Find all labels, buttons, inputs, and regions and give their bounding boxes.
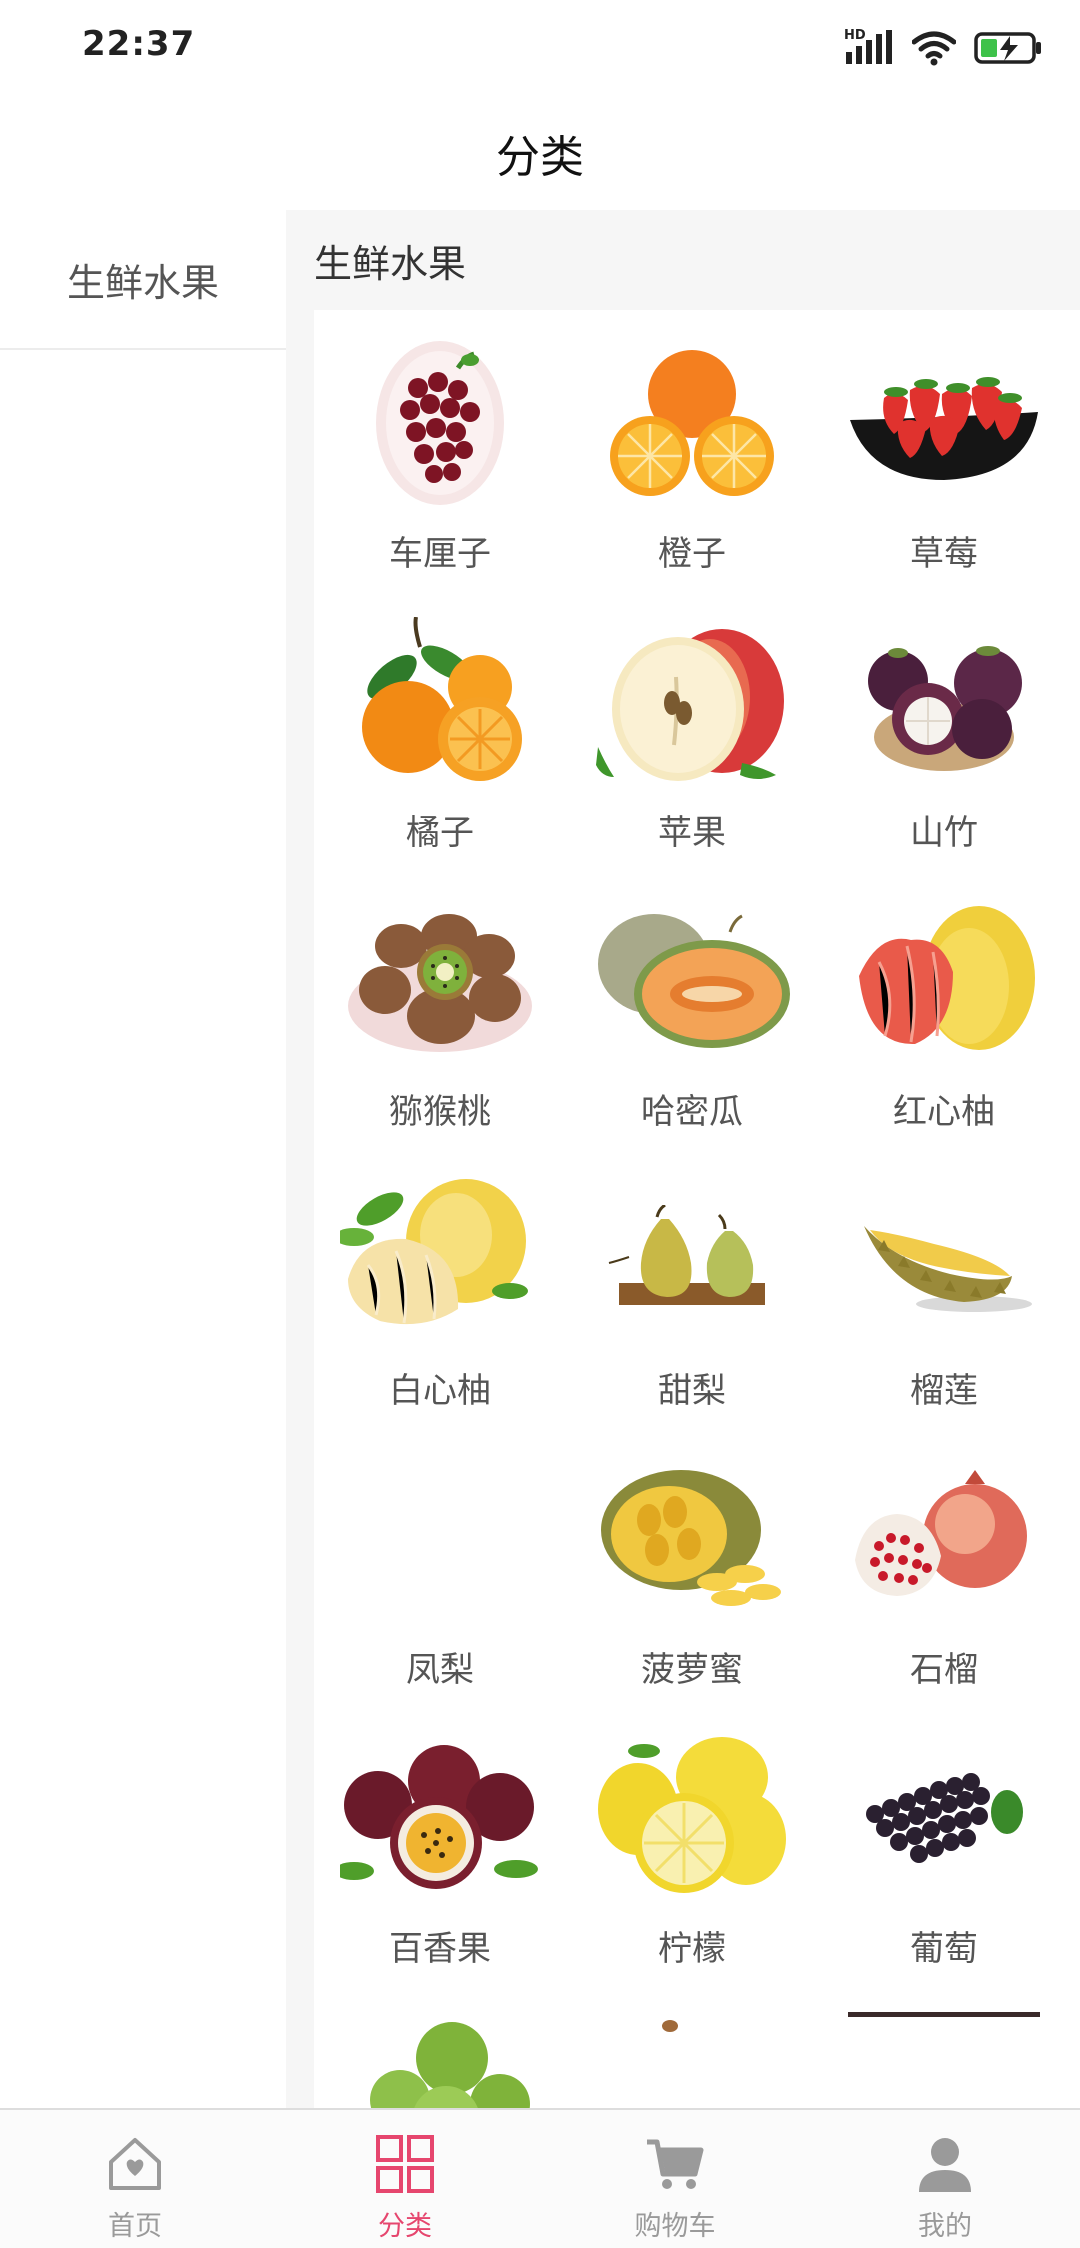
product-item[interactable]: 哈密瓜 [566,896,818,1175]
product-grid: 车厘子 橙子 草莓 橘子 苹果 山竹 猕猴桃 哈密瓜 红心柚 白心柚 甜梨 榴莲… [314,310,1080,2108]
tab-label: 我的 [918,2211,972,2242]
product-name: 石榴 [910,1650,978,1690]
product-name: 红心柚 [893,1092,995,1132]
grape-icon [844,1733,1044,1903]
product-item[interactable]: 山竹 [818,617,1070,896]
sidebar-item-fresh-fruit[interactable]: 生鲜水果 [0,210,286,350]
tab-label: 首页 [108,2211,162,2242]
tab-label: 购物车 [634,2211,716,2242]
product-item[interactable]: 苹果 [566,617,818,896]
pomegranate-icon [844,1454,1044,1624]
product-name: 柠檬 [658,1929,726,1969]
user-icon [913,2132,977,2196]
product-item[interactable]: 石榴 [818,1454,1070,1733]
product-name: 甜梨 [658,1371,726,1411]
green-fruit-icon [340,2012,540,2108]
red-pomelo-icon [844,896,1044,1066]
product-image-empty [340,1454,540,1624]
product-item[interactable]: 百香果 [314,1733,566,2012]
product-grid-container: 车厘子 橙子 草莓 橘子 苹果 山竹 猕猴桃 哈密瓜 红心柚 白心柚 甜梨 榴莲… [314,310,1080,2108]
white-pomelo-icon [340,1175,540,1345]
product-item[interactable]: 葡萄 [818,1733,1070,2012]
tab-category[interactable]: 分类 [270,2110,540,2248]
product-item[interactable]: 草莓 [818,338,1070,617]
sidebar-item-label: 生鲜水果 [66,260,219,305]
product-item[interactable]: 凤梨 [314,1454,566,1733]
cart-icon [643,2132,707,2196]
battery-charging-icon [974,31,1044,65]
kiwi-icon [340,896,540,1066]
product-name: 葡萄 [910,1929,978,1969]
product-name: 橙子 [658,534,726,574]
category-sidebar: 生鲜水果 [0,210,286,2108]
product-item[interactable]: 菠萝蜜 [566,1454,818,1733]
orange-icon [592,338,792,508]
product-name: 榴莲 [910,1371,978,1411]
lemon-icon [592,1733,792,1903]
cherry-icon [340,338,540,508]
category-panel: 生鲜水果 车厘子 橙子 草莓 橘子 苹果 山竹 猕猴桃 哈密瓜 红心柚 白心柚 … [286,210,1080,2108]
jackfruit-icon [592,1454,792,1624]
product-name: 白心柚 [389,1371,491,1411]
category-grid-icon [373,2132,437,2196]
product-name: 猕猴桃 [389,1092,491,1132]
signal-icon: HD [844,28,894,68]
product-item[interactable]: 榴莲 [818,1175,1070,1454]
bottom-tab-bar: 首页 分类 购物车 我的 [0,2108,1080,2248]
panel-title: 生鲜水果 [314,241,467,286]
product-name: 草莓 [910,534,978,574]
tab-home[interactable]: 首页 [0,2110,270,2248]
page-title: 分类 [496,132,584,183]
product-name: 山竹 [910,813,978,853]
product-item[interactable]: 猕猴桃 [314,896,566,1175]
product-item[interactable]: 橘子 [314,617,566,896]
product-name: 苹果 [658,813,726,853]
product-name: 凤梨 [406,1650,474,1690]
product-item[interactable]: 橙子 [566,338,818,617]
product-image [844,2012,1044,2108]
product-name: 车厘子 [389,534,491,574]
durian-icon [844,1175,1044,1345]
product-name: 橘子 [406,813,474,853]
tab-cart[interactable]: 购物车 [540,2110,810,2248]
home-icon [103,2132,167,2196]
product-item[interactable] [818,2012,1070,2108]
product-image [592,2012,792,2108]
status-time: 22:37 [82,24,196,64]
melon-icon [592,896,792,1066]
mangosteen-icon [844,617,1044,787]
status-icons: HD [844,28,1044,68]
product-item[interactable] [566,2012,818,2108]
strawberry-icon [844,338,1044,508]
product-item[interactable]: 甜梨 [566,1175,818,1454]
product-name: 百香果 [389,1929,491,1969]
tab-profile[interactable]: 我的 [810,2110,1080,2248]
product-item[interactable]: 白心柚 [314,1175,566,1454]
tab-label: 分类 [378,2211,432,2242]
page-header: 分类 [0,96,1080,210]
product-item[interactable]: 柠檬 [566,1733,818,2012]
product-name: 菠萝蜜 [641,1650,743,1690]
tangerine-icon [340,617,540,787]
apple-icon [592,617,792,787]
wifi-icon [912,30,956,66]
status-bar: 22:37 HD [0,0,1080,96]
passion-fruit-icon [340,1733,540,1903]
product-name: 哈密瓜 [641,1092,743,1132]
product-item[interactable] [314,2012,566,2108]
product-item[interactable]: 车厘子 [314,338,566,617]
product-item[interactable]: 红心柚 [818,896,1070,1175]
pear-icon [592,1175,792,1345]
